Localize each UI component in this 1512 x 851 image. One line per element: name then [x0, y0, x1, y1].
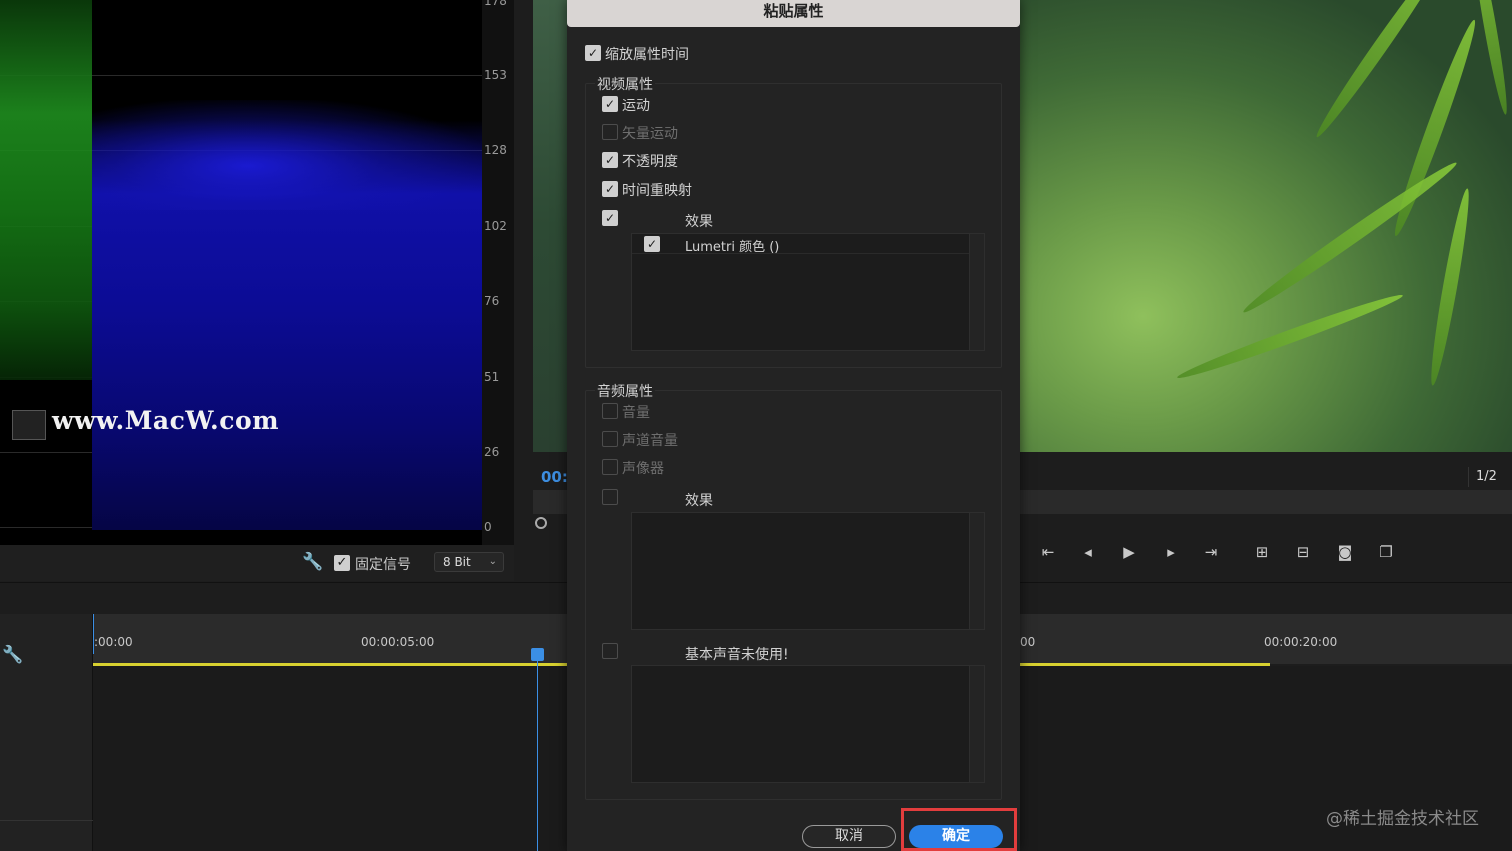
opacity-label: 不透明度: [622, 154, 678, 170]
panner-label: 声像器: [622, 461, 664, 477]
channel-volume-checkbox: [602, 431, 618, 447]
motion-checkbox[interactable]: ✓: [602, 96, 618, 112]
chevron-down-icon: ⌄: [488, 556, 497, 567]
timeline-playhead-line: [537, 660, 538, 851]
time-remapping-checkbox[interactable]: ✓: [602, 181, 618, 197]
watermark-text: www.MacW.com: [52, 406, 280, 435]
panner-checkbox: [602, 459, 618, 475]
waveform-blue-highlight: [92, 100, 482, 210]
opacity-checkbox[interactable]: ✓: [602, 152, 618, 168]
lumetri-color-checkbox[interactable]: ✓: [644, 236, 660, 252]
scale-label: 26: [484, 445, 500, 459]
ok-button-highlight-box: [901, 808, 1017, 851]
volume-label: 音量: [622, 405, 650, 421]
go-to-out-icon[interactable]: ⇥: [1200, 541, 1222, 563]
audio-effects-label: 效果: [685, 493, 713, 509]
insert-icon[interactable]: ⊞: [1251, 541, 1273, 563]
scrollbar[interactable]: [969, 234, 984, 350]
program-monitor-video: [533, 0, 567, 452]
dialog-title: 粘贴属性: [567, 0, 1020, 27]
clamp-signal-checkbox[interactable]: ✓: [334, 555, 350, 571]
time-remapping-label: 时间重映射: [622, 183, 692, 199]
video-effects-label: 效果: [685, 214, 713, 230]
resolution-select[interactable]: 1/2: [1468, 467, 1504, 487]
scale-attribute-times-label: 缩放属性时间: [605, 47, 689, 63]
vector-motion-label: 矢量运动: [622, 126, 678, 142]
volume-checkbox: [602, 403, 618, 419]
scale-label: 128: [484, 143, 507, 157]
overwrite-icon[interactable]: ⊟: [1292, 541, 1314, 563]
lumetri-color-label: Lumetri 颜色 (): [685, 240, 780, 255]
audio-effects-checkbox[interactable]: [602, 489, 618, 505]
scale-label: 178: [484, 0, 507, 8]
scale-label: 153: [484, 68, 507, 82]
bit-depth-value: 8 Bit: [443, 555, 471, 569]
cancel-button[interactable]: 取消: [802, 825, 896, 848]
essential-sound-label: 基本声音未使用!: [685, 647, 789, 663]
vector-motion-checkbox: [602, 124, 618, 140]
step-back-icon[interactable]: ◂: [1077, 541, 1099, 563]
track-divider: [0, 820, 93, 821]
play-icon[interactable]: ▶: [1118, 541, 1140, 563]
scrollbar[interactable]: [969, 513, 984, 629]
motion-label: 运动: [622, 98, 650, 114]
bit-depth-select[interactable]: 8 Bit ⌄: [434, 552, 504, 572]
monitor-playhead-handle[interactable]: [535, 517, 547, 529]
waveform-green-trace: [0, 0, 92, 380]
audio-attributes-heading: 音频属性: [595, 381, 655, 401]
export-frame-icon[interactable]: ◙: [1334, 541, 1356, 563]
channel-volume-label: 声道音量: [622, 433, 678, 449]
scale-attribute-times-checkbox[interactable]: ✓: [585, 45, 601, 61]
compare-icon[interactable]: ❐: [1375, 541, 1397, 563]
wrench-icon[interactable]: 🔧: [302, 552, 323, 572]
timeline-settings-icon[interactable]: 🔧: [2, 645, 23, 665]
essential-sound-checkbox[interactable]: [602, 643, 618, 659]
step-back-to-in-icon[interactable]: ⇤: [1037, 541, 1059, 563]
ruler-timecode: 00: [1020, 635, 1036, 649]
list-item[interactable]: [632, 234, 969, 254]
essential-sound-list[interactable]: [631, 665, 985, 783]
scale-label: 102: [484, 219, 507, 233]
clamp-signal-label: 固定信号: [355, 557, 411, 573]
ruler-timecode: :00:00: [94, 635, 133, 649]
video-effects-checkbox[interactable]: ✓: [602, 210, 618, 226]
credit-watermark: @稀土掘金技术社区: [1326, 809, 1479, 829]
watermark-logo: [12, 410, 46, 440]
video-attributes-heading: 视频属性: [595, 74, 655, 94]
scale-label: 0: [484, 520, 492, 534]
step-forward-icon[interactable]: ▸: [1160, 541, 1182, 563]
program-monitor-video: [1020, 0, 1512, 452]
audio-effects-list[interactable]: [631, 512, 985, 630]
ruler-timecode: 00:00:20:00: [1264, 635, 1338, 649]
scrollbar[interactable]: [969, 666, 984, 782]
ruler-timecode: 00:00:05:00: [361, 635, 435, 649]
scale-label: 51: [484, 370, 500, 384]
scale-label: 76: [484, 294, 500, 308]
